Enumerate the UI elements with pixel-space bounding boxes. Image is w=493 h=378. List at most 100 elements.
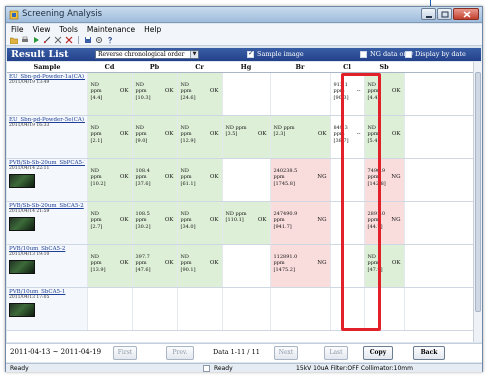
result-cell-content: 112891.0 ppm [1475.2] NG [271,245,330,287]
sample-cell[interactable]: EU_Sbn-pd-Powder-5e(CA) 1 2011/04/19 16:3… [7,115,88,159]
settings-icon[interactable] [95,36,103,44]
result-cell-content: ND ppm [12.9] OK [178,116,222,158]
result-cell-content [223,73,270,115]
result-cell-content: ND ppm [10.2] OK [88,159,132,201]
display-by-date-checkbox[interactable] [405,51,412,58]
status-indicator-box [203,365,210,372]
result-cell-content [331,288,364,330]
table-row[interactable]: PVB/Sb-Sb-20um_SbCA5-2 2011/04/14 21:59 ND… [7,201,473,245]
result-judgement: OK [209,259,219,266]
column-header-cr[interactable]: Cr [177,62,222,73]
result-judgement: OK [209,130,219,137]
result-cell-content: 240238.5 ppm [1745.8] NG [271,159,330,201]
result-cell-pb: ND ppm [9.0] OK [132,115,178,159]
sample-image-checkbox[interactable] [247,49,254,58]
table-row[interactable]: EU_Sbn-pd-Powder-5e(CA) 1 2011/04/19 16:3… [7,115,473,159]
result-cell-pb: ND ppm [10.3] OK [132,72,178,116]
toolbar [6,35,482,46]
app-icon [9,10,19,20]
next-page-button[interactable]: Next [274,346,298,360]
sample-name-link[interactable]: EU_Sbn-pd-Powder-1a(CA) 1 [9,74,85,80]
result-cell-cr: ND ppm [90.1] OK [177,244,223,288]
result-cell-cr: ND ppm [34.0] OK [177,201,223,245]
result-cell-content [331,245,364,287]
result-value: 240238.5 ppm [1745.8] [273,167,298,187]
sample-cell[interactable]: PVB/Sb-Sb-20um_SbCA5-2 2011/04/14 21:59 [7,201,88,245]
spacer-cell [404,158,473,202]
table-row[interactable]: PVB/10um_SbCA5-1 2011/04/13 17:05 [7,287,473,331]
result-cell-pb [132,287,178,331]
sample-cell[interactable]: PVB/10um_SbCA5-1 2011/04/13 17:05 [7,287,88,331]
sample-name-link[interactable]: PVB/Sb-Sb-20um_SbPCA5-1 [9,160,85,166]
result-cell-cl [330,287,365,331]
result-cell-content: ND ppm [34.0] OK [178,202,222,244]
result-cell-content [331,202,364,244]
copy-button[interactable]: Copy [363,346,393,360]
column-header-cd[interactable]: Cd [87,62,132,73]
help-icon[interactable] [106,36,114,44]
sample-cell[interactable]: PVB/Sb-Sb-20um_SbPCA5-1 2011/04/14 22:11 [7,158,88,202]
menu-file[interactable]: File [11,24,24,35]
maximize-button[interactable] [437,8,452,20]
column-header-cl[interactable]: Cl [330,62,364,73]
column-header-sb[interactable]: Sb [364,62,404,73]
result-value: ND ppm [34.0] [180,210,196,230]
measure-icon[interactable] [43,36,51,44]
menu-view[interactable]: View [33,24,51,35]
column-header-br[interactable]: Br [270,62,330,73]
display-by-date-label: Display by date [415,50,466,58]
tools-icon[interactable] [54,36,62,44]
sample-thumbnail-image[interactable] [9,173,35,188]
sort-order-select[interactable]: Reverse chronological order ▼ [95,50,199,59]
scrollbar-thumb[interactable] [475,72,481,312]
sample-name-link[interactable]: EU_Sbn-pd-Powder-5e(CA) 1 [9,117,85,123]
result-judgement: OK [317,130,327,137]
column-header-sample[interactable]: Sample [7,62,87,73]
result-value: 913.1 ppm [90.3] [333,81,349,101]
result-cell-content [331,159,364,201]
result-cell-cd: ND ppm [10.2] OK [87,158,133,202]
spacer-cell [404,201,473,245]
prev-page-button[interactable]: Prev. [166,346,194,360]
column-header-pb[interactable]: Pb [132,62,177,73]
result-cell-br [270,287,331,331]
sample-cell[interactable]: EU_Sbn-pd-Powder-1a(CA) 1 2011/04/19 13:4… [7,72,88,116]
result-judgement: OK [119,216,129,223]
sample-thumbnail-image[interactable] [9,302,35,317]
minimize-button[interactable] [421,8,436,20]
result-value: ND ppm [2.7] [90,210,103,230]
menu-maintenance[interactable]: Maintenance [87,24,135,35]
result-cell-content [271,288,330,330]
close-button[interactable] [453,8,479,20]
result-cell-sb: ND ppm [4.4] OK [364,72,405,116]
table-row[interactable]: PVB/Sb-Sb-20um_SbPCA5-1 2011/04/14 22:11 N… [7,158,473,202]
result-judgement: OK [209,216,219,223]
result-cell-content: 913.1 ppm [90.3] -- [331,73,364,115]
first-page-button[interactable]: First [113,346,137,360]
menu-help[interactable]: Help [144,24,161,35]
sample-thumbnail-image[interactable] [9,216,35,231]
print-icon[interactable] [21,36,29,44]
spacer-cell [404,244,473,288]
menu-tools[interactable]: Tools [59,24,77,35]
result-table-container: Sample Cd Pb Cr Hg Br Cl Sb EU_Sbn-pd-Po… [7,62,473,342]
sample-name-link[interactable]: PVB/Sb-Sb-20um_SbCA5-2 [9,203,85,209]
ng-data-only-checkbox[interactable] [360,51,367,58]
folder-open-icon[interactable] [10,36,18,44]
result-value: ND ppm [2.3] [273,124,295,138]
play-icon[interactable] [32,36,40,44]
table-row[interactable]: EU_Sbn-pd-Powder-1a(CA) 1 2011/04/19 13:4… [7,72,473,116]
cross-icon[interactable] [65,36,73,44]
sample-cell[interactable]: PVB/10um_SbCA5-2 2011/04/13 19:10 [7,244,88,288]
result-value: ND ppm [4.4] [367,81,380,101]
result-judgement: OK [209,87,219,94]
back-button[interactable]: Back [413,346,445,360]
sample-thumbnail-image[interactable] [9,259,35,274]
save-icon[interactable] [84,36,92,44]
result-cell-content: 849.3 ppm [38.7] -- [331,116,364,158]
column-header-spacer [404,62,473,73]
last-page-button[interactable]: Last [324,346,348,360]
column-header-hg[interactable]: Hg [222,62,270,73]
vertical-scrollbar[interactable] [473,62,482,342]
table-row[interactable]: PVB/10um_SbCA5-2 2011/04/13 19:10 ND ppm [… [7,244,473,288]
